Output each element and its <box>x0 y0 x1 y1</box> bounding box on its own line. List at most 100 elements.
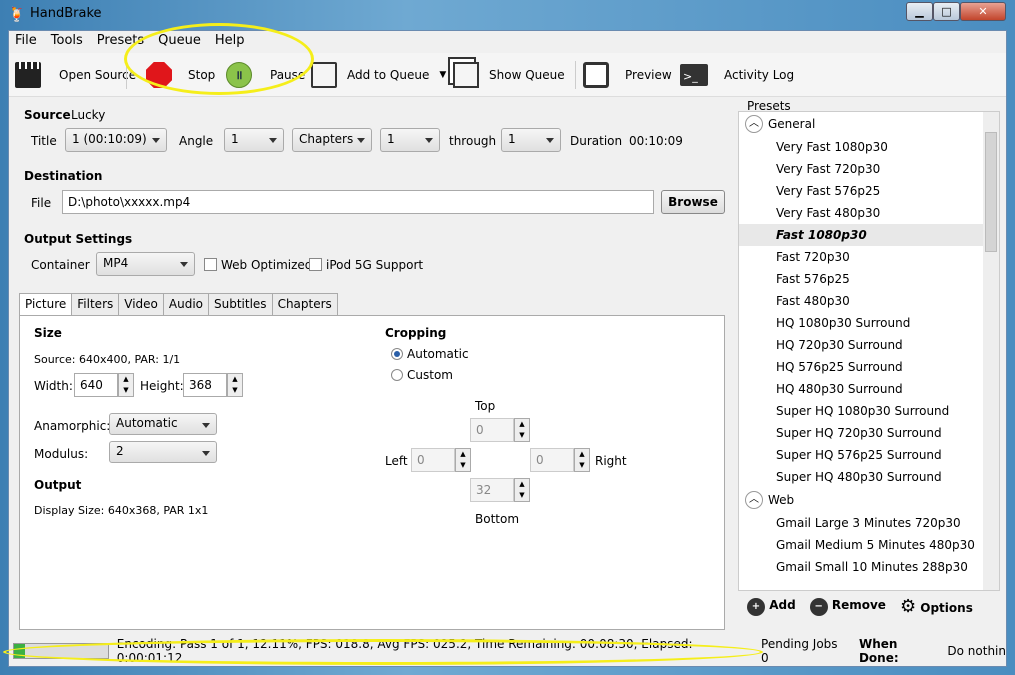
highlight-ellipse <box>124 23 314 95</box>
preset-item[interactable]: Gmail Small 10 Minutes 288p30 <box>739 556 999 578</box>
width-spinner[interactable]: ▲ ▼ <box>118 373 134 397</box>
angle-label: Angle <box>179 134 214 148</box>
presets-scrollbar[interactable] <box>983 112 999 590</box>
height-spinner[interactable]: ▲ ▼ <box>227 373 243 397</box>
container-label: Container <box>31 258 90 272</box>
ipod-support-checkbox[interactable]: iPod 5G Support <box>309 258 423 272</box>
browse-button[interactable]: Browse <box>661 190 725 214</box>
crop-right-input[interactable]: 0 <box>530 448 574 472</box>
show-queue-button[interactable]: Show Queue <box>453 61 565 89</box>
preset-item[interactable]: HQ 480p30 Surround <box>739 378 999 400</box>
tab-audio[interactable]: Audio <box>162 293 209 316</box>
preset-item[interactable]: Very Fast 720p30 <box>739 158 999 180</box>
crop-right-label: Right <box>595 454 627 468</box>
minus-icon: − <box>809 597 828 616</box>
crop-right-spinner[interactable]: ▲ ▼ <box>574 448 590 472</box>
open-source-button[interactable]: Open Source <box>15 61 136 89</box>
preset-item[interactable]: Gmail Large 3 Minutes 720p30 <box>739 512 999 534</box>
output-settings-label: Output Settings <box>24 232 133 246</box>
preset-item[interactable]: Very Fast 480p30 <box>739 202 999 224</box>
crop-left-label: Left <box>385 454 408 468</box>
preset-item[interactable]: Super HQ 480p30 Surround <box>739 466 999 488</box>
height-label: Height: <box>140 379 184 393</box>
preset-item[interactable]: Fast 1080p30 <box>739 224 999 246</box>
window-title: HandBrake <box>30 6 102 21</box>
plus-icon: + <box>747 597 765 616</box>
crop-automatic-radio[interactable]: Automatic <box>391 347 469 361</box>
preset-options-button[interactable]: ⚙ Options <box>900 596 973 617</box>
chapter-start-select[interactable]: 1 <box>380 128 440 152</box>
tv-icon <box>583 62 609 88</box>
preset-item[interactable]: Fast 480p30 <box>739 290 999 312</box>
menu-tools[interactable]: Tools <box>51 33 83 48</box>
preset-item[interactable]: HQ 1080p30 Surround <box>739 312 999 334</box>
width-label: Width: <box>34 379 73 393</box>
preset-item[interactable]: Very Fast 1080p30 <box>739 136 999 158</box>
preset-item[interactable]: Super HQ 1080p30 Surround <box>739 400 999 422</box>
angle-select[interactable]: 1 <box>224 128 284 152</box>
width-input[interactable]: 640 <box>74 373 118 397</box>
crop-top-input[interactable]: 0 <box>470 418 514 442</box>
collapse-icon[interactable]: ︿ <box>745 491 763 509</box>
preset-item[interactable]: HQ 720p30 Surround <box>739 334 999 356</box>
container-select[interactable]: MP4 <box>96 252 195 276</box>
highlight-ellipse-status <box>3 639 763 665</box>
preset-group-general[interactable]: ︿ General <box>739 112 999 136</box>
source-info: Source: 640x400, PAR: 1/1 <box>34 353 181 366</box>
preset-item[interactable]: HQ 576p25 Surround <box>739 356 999 378</box>
add-to-queue-button[interactable]: Add to Queue ▼ <box>311 61 446 89</box>
collapse-icon[interactable]: ︿ <box>745 115 763 133</box>
cropping-label: Cropping <box>385 326 447 340</box>
tab-subtitles[interactable]: Subtitles <box>208 293 273 316</box>
file-path-input[interactable]: D:\photo\xxxxx.mp4 <box>62 190 654 214</box>
remove-preset-button[interactable]: − Remove <box>809 597 886 616</box>
preset-item[interactable]: Super HQ 720p30 Surround <box>739 422 999 444</box>
crop-top-spinner[interactable]: ▲ ▼ <box>514 418 530 442</box>
source-label: Source <box>24 108 71 122</box>
preview-button[interactable]: Preview <box>583 61 672 89</box>
crop-left-input[interactable]: 0 <box>411 448 455 472</box>
pending-jobs: Pending Jobs 0 <box>761 637 838 665</box>
output-label: Output <box>34 478 82 492</box>
clapperboard-icon <box>15 62 41 88</box>
tab-chapters[interactable]: Chapters <box>271 293 338 316</box>
minimize-button[interactable]: ▁ <box>906 2 933 21</box>
title-select[interactable]: 1 (00:10:09) <box>65 128 167 152</box>
range-mode-select[interactable]: Chapters <box>292 128 372 152</box>
tab-picture[interactable]: Picture <box>19 293 73 316</box>
modulus-label: Modulus: <box>34 447 89 461</box>
add-image-icon <box>311 62 337 88</box>
dropdown-arrow-icon[interactable]: ▼ <box>439 70 446 80</box>
close-button[interactable]: ✕ <box>960 2 1006 21</box>
crop-top-label: Top <box>475 399 496 413</box>
height-input[interactable]: 368 <box>183 373 227 397</box>
tab-video[interactable]: Video <box>118 293 164 316</box>
preset-item[interactable]: Very Fast 576p25 <box>739 180 999 202</box>
title-label: Title <box>31 134 57 148</box>
through-label: through <box>449 134 497 148</box>
crop-bottom-spinner[interactable]: ▲ ▼ <box>514 478 530 502</box>
crop-custom-radio[interactable]: Custom <box>391 368 453 382</box>
preset-group-web[interactable]: ︿ Web <box>739 488 999 512</box>
file-label: File <box>31 196 52 210</box>
maximize-button[interactable]: □ <box>933 2 960 21</box>
preset-item[interactable]: Fast 576p25 <box>739 268 999 290</box>
crop-left-spinner[interactable]: ▲ ▼ <box>455 448 471 472</box>
images-stack-icon <box>453 62 479 88</box>
preset-item[interactable]: Super HQ 576p25 Surround <box>739 444 999 466</box>
anamorphic-select[interactable]: Automatic <box>109 413 217 435</box>
preset-item[interactable]: Fast 720p30 <box>739 246 999 268</box>
modulus-select[interactable]: 2 <box>109 441 217 463</box>
anamorphic-label: Anamorphic: <box>34 419 111 433</box>
size-label: Size <box>34 326 62 340</box>
when-done-label: When Done: <box>858 637 899 665</box>
add-preset-button[interactable]: + Add <box>747 597 796 616</box>
crop-bottom-input[interactable]: 32 <box>470 478 514 502</box>
menu-file[interactable]: File <box>15 33 37 48</box>
web-optimized-checkbox[interactable]: Web Optimized <box>204 258 312 272</box>
activity-log-button[interactable]: >_ Activity Log <box>680 61 794 89</box>
chapter-end-select[interactable]: 1 <box>501 128 561 152</box>
when-done-select[interactable]: Do nothin <box>947 644 1006 658</box>
tab-filters[interactable]: Filters <box>71 293 120 316</box>
preset-item[interactable]: Gmail Medium 5 Minutes 480p30 <box>739 534 999 556</box>
